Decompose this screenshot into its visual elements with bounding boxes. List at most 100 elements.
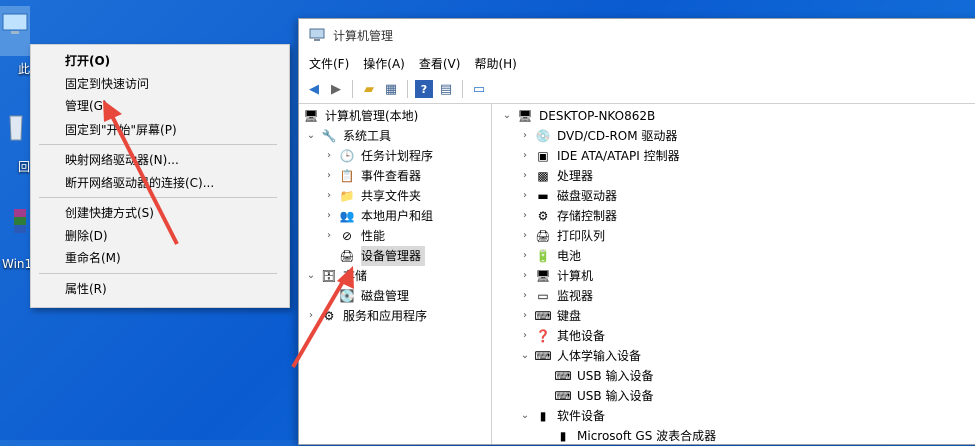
chevron-right-icon[interactable]: › xyxy=(323,186,335,206)
tree-item-system-tools[interactable]: ⌄ 🔧 系统工具 xyxy=(305,126,391,146)
device-label: 计算机 xyxy=(557,269,594,283)
chevron-right-icon[interactable]: › xyxy=(519,126,531,146)
device-category[interactable]: › 🖨 打印队列 xyxy=(519,226,605,246)
show-hide-tree-icon[interactable]: ▦ xyxy=(382,80,400,98)
computer-management-icon: 🖥 xyxy=(303,109,319,123)
menu-item-delete[interactable]: 删除(D) xyxy=(31,225,289,247)
chevron-right-icon[interactable]: › xyxy=(519,306,531,326)
device-category[interactable]: › ⚙ 存储控制器 xyxy=(519,206,617,226)
device-label: IDE ATA/ATAPI 控制器 xyxy=(557,149,680,163)
title-bar[interactable]: 计算机管理 xyxy=(299,19,975,51)
tree-item-root[interactable]: 🖥 计算机管理(本地) xyxy=(303,106,418,126)
device-root-label: DESKTOP-NKO862B xyxy=(539,109,656,123)
chevron-right-icon[interactable]: › xyxy=(519,186,531,206)
chevron-down-icon[interactable]: ⌄ xyxy=(305,126,317,146)
tree-item-services-apps[interactable]: › ⚙ 服务和应用程序 xyxy=(305,306,427,326)
chevron-down-icon[interactable]: ⌄ xyxy=(305,266,317,286)
device-category[interactable]: › ▬ 磁盘驱动器 xyxy=(519,186,617,206)
chevron-down-icon[interactable]: ⌄ xyxy=(501,106,513,126)
device-category[interactable]: › ❓ 其他设备 xyxy=(519,326,605,346)
menu-item-create-shortcut[interactable]: 创建快捷方式(S) xyxy=(31,202,289,224)
monitor-icon[interactable]: ▭ xyxy=(470,80,488,98)
hid-icon: ⌨ xyxy=(554,369,572,383)
device-label: DVD/CD-ROM 驱动器 xyxy=(557,129,678,143)
menu-item-map-drive[interactable]: 映射网络驱动器(N)... xyxy=(31,149,289,171)
tree-item-task-scheduler[interactable]: › 🕒 任务计划程序 xyxy=(323,146,433,166)
chevron-right-icon[interactable]: › xyxy=(519,226,531,246)
processor-icon: ▩ xyxy=(537,169,549,183)
unknown-device-icon: ❓ xyxy=(535,329,551,343)
device-category[interactable]: › ▣ IDE ATA/ATAPI 控制器 xyxy=(519,146,680,166)
tree-item-performance[interactable]: › ⊘ 性能 xyxy=(323,226,385,246)
battery-icon: 🔋 xyxy=(535,249,551,263)
desktop-icon-label: 回 xyxy=(18,160,31,174)
chevron-right-icon[interactable]: › xyxy=(519,266,531,286)
chevron-right-icon[interactable]: › xyxy=(323,206,335,226)
tree-item-storage[interactable]: ⌄ 🗄 存储 xyxy=(305,266,367,286)
device-label: 键盘 xyxy=(557,309,582,323)
services-icon: ⚙ xyxy=(323,309,335,323)
device-category[interactable]: › ⌨ 键盘 xyxy=(519,306,581,326)
device-category[interactable]: › 🖥 计算机 xyxy=(519,266,593,286)
forward-icon[interactable]: ▶ xyxy=(327,80,345,98)
tree-item-disk-management[interactable]: 💽 磁盘管理 xyxy=(335,286,410,306)
computer-management-window: 计算机管理 文件(F) 操作(A) 查看(V) 帮助(H) ◀ ▶ ▰ ▦ ? … xyxy=(298,18,975,445)
chevron-right-icon[interactable]: › xyxy=(519,286,531,306)
device-category[interactable]: ⌄ ▮ 软件设备 xyxy=(519,406,605,426)
chevron-right-icon[interactable]: › xyxy=(323,226,335,246)
device-category[interactable]: › 💿 DVD/CD-ROM 驱动器 xyxy=(519,126,677,146)
tree-item-device-manager[interactable]: 🖨 设备管理器 xyxy=(335,246,426,266)
device-label: 人体学输入设备 xyxy=(557,349,642,363)
tree-item-local-users[interactable]: › 👥 本地用户和组 xyxy=(323,206,433,226)
device-item[interactable]: ⌨ USB 输入设备 xyxy=(551,386,653,406)
device-item[interactable]: ▮ Microsoft GS 波表合成器 xyxy=(551,426,716,446)
properties-icon[interactable]: ▤ xyxy=(437,80,455,98)
menu-help[interactable]: 帮助(H) xyxy=(474,55,516,72)
help-icon[interactable]: ? xyxy=(415,80,433,98)
software-device-icon: ▮ xyxy=(559,429,567,443)
menu-view[interactable]: 查看(V) xyxy=(419,55,461,72)
chevron-right-icon[interactable]: › xyxy=(519,146,531,166)
menu-item-pin-quick-access[interactable]: 固定到快速访问 xyxy=(31,73,289,95)
up-folder-icon[interactable]: ▰ xyxy=(360,80,378,98)
back-icon[interactable]: ◀ xyxy=(305,80,323,98)
menu-separator xyxy=(39,273,277,274)
device-label: USB 输入设备 xyxy=(577,389,654,403)
chevron-right-icon[interactable]: › xyxy=(519,166,531,186)
chevron-down-icon[interactable]: ⌄ xyxy=(519,346,531,366)
recycle-bin-icon xyxy=(9,115,23,141)
desktop-icon-winrar[interactable]: Win1 xyxy=(0,205,32,271)
tree-item-label: 存储 xyxy=(343,269,368,283)
desktop-icon-this-pc[interactable]: 此 xyxy=(0,6,30,76)
menu-item-disconnect-drive[interactable]: 断开网络驱动器的连接(C)... xyxy=(31,172,289,194)
menu-bar: 文件(F) 操作(A) 查看(V) 帮助(H) xyxy=(299,51,975,75)
menu-item-rename[interactable]: 重命名(M) xyxy=(31,247,289,269)
disk-icon: 💽 xyxy=(339,289,355,303)
device-category[interactable]: › ▩ 处理器 xyxy=(519,166,593,186)
desktop-icon-recycle-bin[interactable]: 回 xyxy=(0,110,30,174)
disk-drive-icon: ▬ xyxy=(537,189,549,203)
chevron-right-icon[interactable]: › xyxy=(519,326,531,346)
tree-item-event-viewer[interactable]: › 📋 事件查看器 xyxy=(323,166,421,186)
menu-item-pin-start[interactable]: 固定到"开始"屏幕(P) xyxy=(31,119,289,141)
chevron-right-icon[interactable]: › xyxy=(305,306,317,326)
menu-item-manage[interactable]: 管理(G) xyxy=(31,95,289,117)
menu-file[interactable]: 文件(F) xyxy=(309,55,349,72)
device-category[interactable]: › 🔋 电池 xyxy=(519,246,581,266)
device-label: 电池 xyxy=(557,249,582,263)
menu-item-properties[interactable]: 属性(R) xyxy=(31,278,289,300)
device-category[interactable]: ⌄ ⌨ 人体学输入设备 xyxy=(519,346,641,366)
device-root[interactable]: ⌄ 🖥 DESKTOP-NKO862B xyxy=(501,106,655,126)
chevron-right-icon[interactable]: › xyxy=(519,246,531,266)
device-category[interactable]: › ▭ 监视器 xyxy=(519,286,593,306)
menu-action[interactable]: 操作(A) xyxy=(363,55,405,72)
tree-item-shared-folders[interactable]: › 📁 共享文件夹 xyxy=(323,186,421,206)
chevron-down-icon[interactable]: ⌄ xyxy=(519,406,531,426)
device-item[interactable]: ⌨ USB 输入设备 xyxy=(551,366,653,386)
tree-item-label: 磁盘管理 xyxy=(361,289,410,303)
menu-item-open[interactable]: 打开(O) xyxy=(31,50,289,72)
chevron-right-icon[interactable]: › xyxy=(323,146,335,166)
storage-icon: 🗄 xyxy=(321,269,337,283)
chevron-right-icon[interactable]: › xyxy=(519,206,531,226)
chevron-right-icon[interactable]: › xyxy=(323,166,335,186)
